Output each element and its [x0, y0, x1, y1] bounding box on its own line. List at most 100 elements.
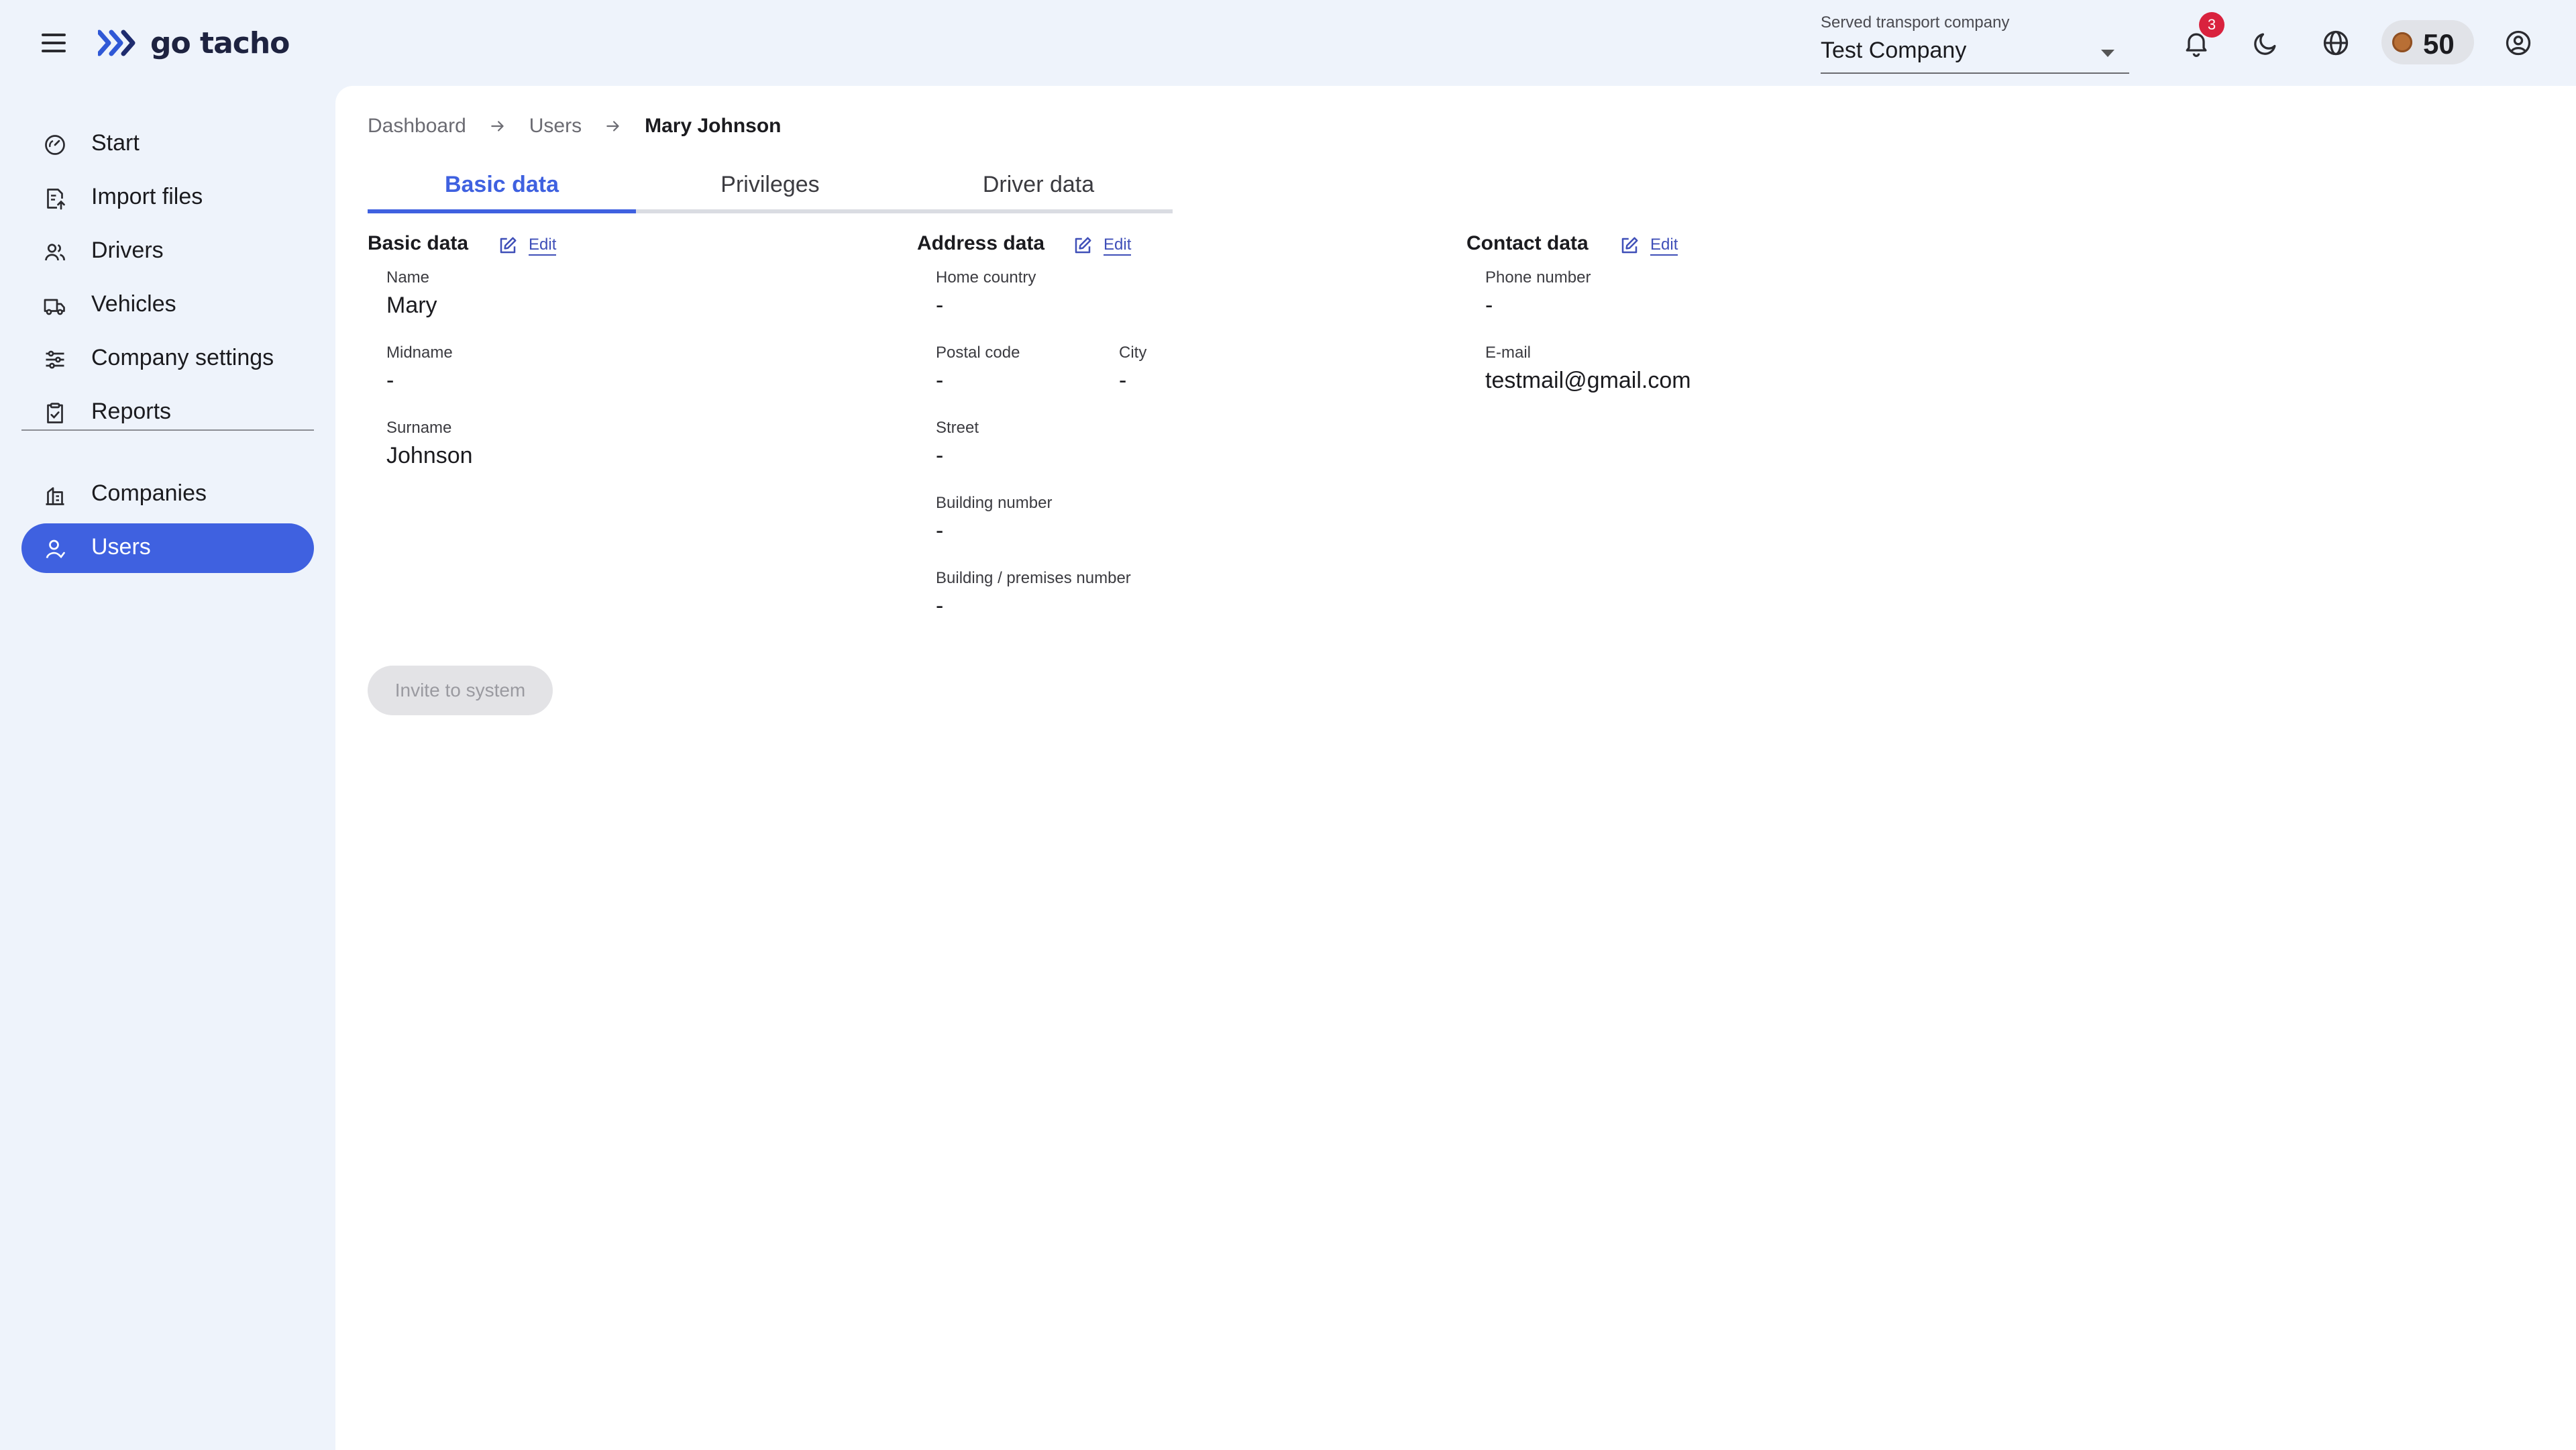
sidebar-item-label: Vehicles: [91, 291, 176, 317]
sidebar-item-label: Users: [91, 534, 151, 560]
sliders-icon: [46, 350, 64, 369]
sidebar-item-label: Companies: [91, 480, 207, 506]
field-value: -: [936, 443, 944, 468]
field-building-number: Building number -: [936, 494, 1052, 544]
breadcrumb-dashboard[interactable]: Dashboard: [368, 115, 466, 138]
field-value: -: [386, 368, 394, 393]
field-value: -: [936, 593, 944, 619]
breadcrumb-current: Mary Johnson: [645, 115, 782, 137]
edit-label: Edit: [1104, 236, 1132, 256]
field-street: Street -: [936, 419, 979, 469]
tab-bar: Basic data Privileges Driver data: [368, 160, 1173, 213]
top-bar: go tacho Served transport company Test C…: [0, 0, 2576, 86]
basic-data-section: Basic data Edit Name Mary Midname - Surn…: [368, 232, 904, 468]
field-value: -: [936, 293, 944, 318]
field-phone-number: Phone number -: [1485, 268, 1591, 319]
account-icon[interactable]: [2504, 28, 2533, 58]
sidebar-item-users[interactable]: Users: [21, 523, 314, 573]
address-data-section: Address data Edit Home country - Postal …: [917, 232, 1454, 619]
sidebar-item-vehicles[interactable]: Vehicles: [21, 280, 314, 330]
sidebar-item-start[interactable]: Start: [21, 119, 314, 169]
field-midname: Midname -: [386, 344, 453, 394]
field-home-country: Home country -: [936, 268, 1036, 319]
field-label: Building number: [936, 494, 1053, 512]
sidebar-item-label: Company settings: [91, 345, 274, 370]
field-premises-number: Building / premises number -: [936, 569, 1131, 619]
edit-label: Edit: [529, 236, 557, 256]
field-value: -: [1485, 293, 1493, 318]
tab-privileges[interactable]: Privileges: [636, 160, 904, 209]
field-email: E-mail testmail@gmail.com: [1485, 344, 1691, 394]
users-icon: [45, 244, 65, 261]
tab-driver-data[interactable]: Driver data: [904, 160, 1173, 209]
contact-data-title: Contact data: [1466, 232, 1589, 254]
field-label: Surname: [386, 419, 452, 437]
breadcrumb: Dashboard Users Mary Johnson: [368, 113, 781, 140]
field-value: Johnson: [386, 443, 473, 468]
field-label: E-mail: [1485, 344, 1532, 362]
address-data-title: Address data: [917, 232, 1045, 254]
moon-icon[interactable]: [2251, 28, 2281, 58]
logo-chevrons-icon: [98, 30, 136, 56]
company-select[interactable]: Served transport company Test Company: [1821, 12, 2129, 74]
user-icon: [46, 539, 65, 559]
breadcrumb-users[interactable]: Users: [529, 115, 582, 138]
contact-data-edit-button[interactable]: Edit: [1619, 232, 1678, 259]
company-select-value: Test Company: [1821, 38, 1967, 63]
contact-data-section: Contact data Edit Phone number - E-mail …: [1466, 232, 2003, 393]
field-label: Postal code: [936, 344, 1020, 362]
sidebar-item-label: Reports: [91, 399, 172, 424]
sidebar-item-companies[interactable]: Companies: [21, 470, 314, 519]
chevron-down-icon: [2101, 50, 2114, 57]
tab-active-indicator: [368, 209, 636, 213]
invite-to-system-button[interactable]: Invite to system: [368, 666, 553, 715]
field-label: Midname: [386, 344, 453, 362]
field-value: -: [1119, 368, 1127, 393]
building-icon: [46, 487, 64, 505]
clipboard-icon: [47, 403, 63, 423]
sidebar-item-company-settings[interactable]: Company settings: [21, 334, 314, 384]
logo-text: go tacho: [150, 25, 290, 60]
menu-icon[interactable]: [39, 30, 68, 56]
field-label: Phone number: [1485, 268, 1591, 287]
sidebar-item-label: Import files: [91, 184, 203, 209]
sidebar-item-label: Drivers: [91, 238, 164, 263]
edit-icon: [1075, 237, 1091, 254]
address-data-edit-button[interactable]: Edit: [1073, 232, 1132, 259]
company-select-label: Served transport company: [1821, 13, 2010, 32]
field-label: Building / premises number: [936, 569, 1131, 587]
field-city: City -: [1119, 344, 1146, 394]
edit-label: Edit: [1650, 236, 1678, 256]
field-value: -: [936, 368, 944, 393]
field-value: -: [936, 518, 944, 543]
basic-data-title: Basic data: [368, 232, 469, 254]
edit-icon: [1621, 237, 1638, 254]
field-surname: Surname Johnson: [386, 419, 473, 469]
field-label: Street: [936, 419, 979, 437]
notification-badge: 3: [2199, 12, 2224, 38]
sidebar-item-drivers[interactable]: Drivers: [21, 227, 314, 276]
basic-data-edit-button[interactable]: Edit: [498, 232, 557, 259]
main-panel: Dashboard Users Mary Johnson Basic data …: [335, 86, 2576, 1450]
tab-basic-data[interactable]: Basic data: [368, 160, 636, 209]
arrow-right-icon: [606, 121, 619, 132]
sidebar-item-import-files[interactable]: Import files: [21, 173, 314, 223]
arrow-right-icon: [491, 121, 504, 132]
field-label: City: [1119, 344, 1147, 362]
credits-chip[interactable]: 50: [2381, 20, 2474, 64]
field-value: Mary: [386, 293, 437, 318]
globe-icon[interactable]: [2321, 28, 2351, 58]
truck-icon: [44, 299, 65, 315]
logo[interactable]: go tacho: [98, 24, 290, 62]
edit-icon: [500, 237, 517, 254]
field-postal-code: Postal code -: [936, 344, 1020, 394]
file-upload-icon: [47, 189, 65, 210]
credits-value: 50: [2423, 28, 2455, 60]
sidebar-divider: [21, 429, 314, 431]
field-label: Home country: [936, 268, 1036, 287]
gauge-icon: [45, 135, 65, 155]
sidebar-item-label: Start: [91, 130, 140, 156]
field-value: testmail@gmail.com: [1485, 368, 1691, 393]
coin-icon: [2392, 32, 2412, 52]
field-name: Name Mary: [386, 268, 437, 319]
